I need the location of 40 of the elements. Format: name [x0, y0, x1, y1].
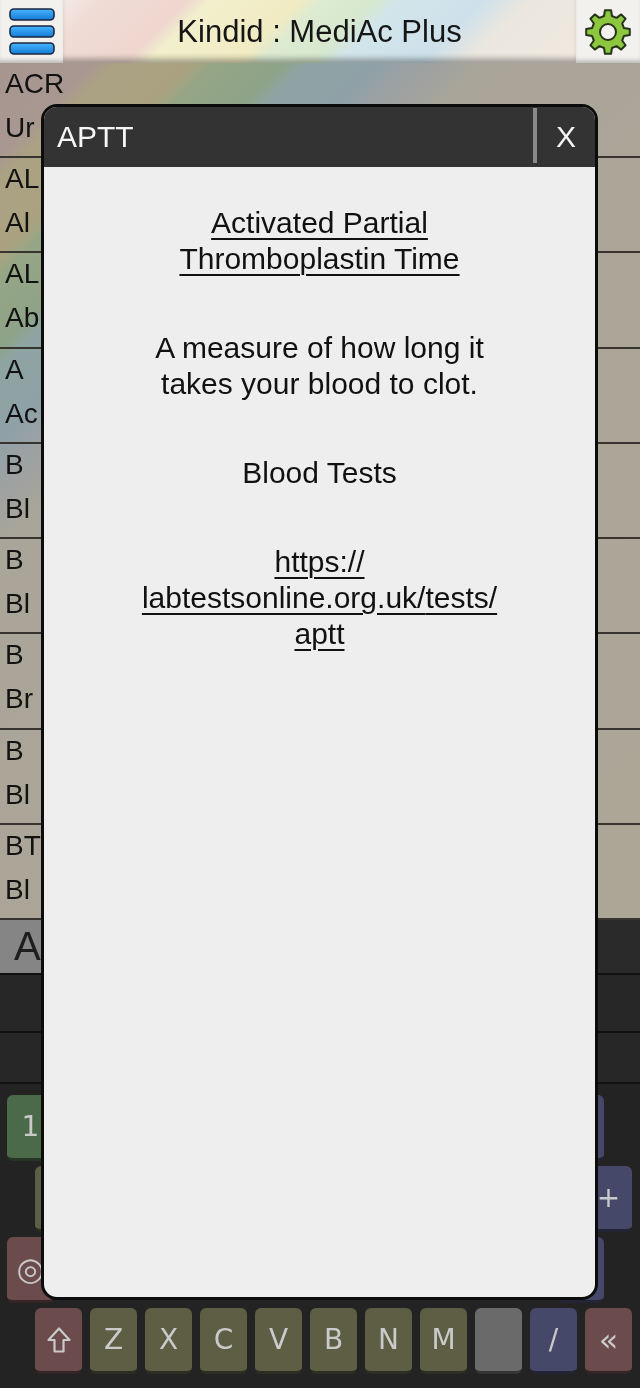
item-subtitle: Ab: [5, 301, 40, 336]
keyboard-key[interactable]: /: [530, 1308, 577, 1374]
keyboard-key[interactable]: Z: [90, 1308, 137, 1374]
menu-button[interactable]: [0, 0, 63, 63]
settings-button[interactable]: [576, 0, 640, 63]
item-title: ACR: [5, 67, 65, 101]
item-subtitle: Bl: [5, 587, 30, 622]
keyboard-key[interactable]: «: [585, 1308, 632, 1374]
item-subtitle: Br: [5, 682, 33, 717]
menu-icon: [8, 8, 55, 55]
item-title: A: [5, 352, 24, 387]
category-text: Blood Tests: [242, 455, 397, 491]
heading-link[interactable]: Activated Partial Thromboplastin Time: [169, 205, 470, 277]
item-subtitle: Bl: [5, 777, 30, 812]
dialog-title: APTT: [56, 119, 135, 155]
keyboard-key[interactable]: X: [145, 1308, 192, 1374]
keyboard-key[interactable]: [35, 1308, 82, 1374]
keyboard-key[interactable]: C: [200, 1308, 247, 1374]
keyboard-key[interactable]: V: [255, 1308, 302, 1374]
item-subtitle: Al: [5, 206, 30, 241]
item-title: B: [5, 543, 24, 578]
item-title: B: [5, 733, 24, 768]
keyboard-key[interactable]: N: [365, 1308, 412, 1374]
item-subtitle: Ur: [5, 111, 35, 145]
close-button[interactable]: X: [537, 107, 595, 167]
item-title: BT: [5, 828, 41, 863]
item-subtitle: Ac: [5, 396, 38, 431]
description-text: A measure of how long it takes your blood to clot.: [154, 330, 485, 402]
up-arrow-icon: [46, 1326, 71, 1353]
item-title: B: [5, 447, 24, 482]
url-link[interactable]: https://labtestsonline.org.uk/tests/aptt: [137, 544, 502, 652]
keyboard-key[interactable]: B: [310, 1308, 357, 1374]
settings-icon: [584, 7, 632, 56]
keyboard-key[interactable]: M: [420, 1308, 467, 1374]
item-title: AL: [5, 257, 40, 292]
item-title: AL: [5, 162, 40, 197]
item-subtitle: Bl: [5, 491, 30, 526]
item-subtitle: Bl: [5, 872, 30, 907]
app-title: Kindid : MediAc Plus: [177, 12, 462, 51]
item-title: B: [5, 638, 24, 673]
